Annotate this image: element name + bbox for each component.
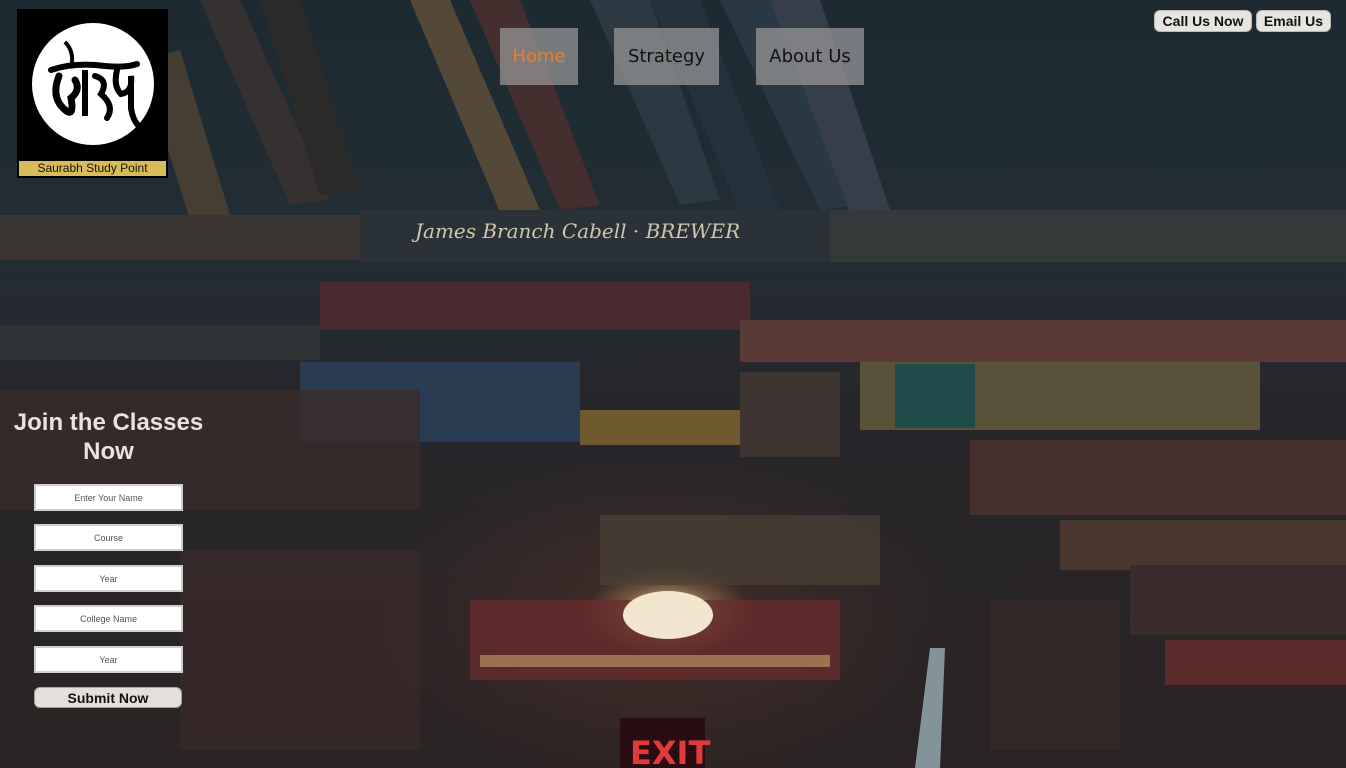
nav-item-home[interactable]: Home xyxy=(500,28,578,85)
site-logo[interactable]: Saurabh Study Point xyxy=(17,9,168,178)
nav-item-strategy[interactable]: Strategy xyxy=(614,28,719,85)
brand-name: Saurabh Study Point xyxy=(17,159,168,178)
call-us-button[interactable]: Call Us Now xyxy=(1154,10,1252,32)
year-field-2[interactable] xyxy=(34,646,183,673)
book-spine-text: James Branch Cabell · BREWER xyxy=(411,219,740,243)
devanagari-calligraphy-icon xyxy=(47,40,141,131)
nav-item-about-us[interactable]: About Us xyxy=(756,28,864,85)
saurabh-devanagari-logo-icon xyxy=(31,23,154,145)
library-background-image: James Branch Cabell · BREWER EXIT xyxy=(0,0,1346,768)
bookshelf-illustration: James Branch Cabell · BREWER EXIT xyxy=(0,0,1346,768)
college-name-field[interactable] xyxy=(34,605,183,632)
exit-sign-text: EXIT xyxy=(630,734,710,768)
course-field[interactable] xyxy=(34,524,183,551)
logo-background xyxy=(17,9,168,159)
year-field[interactable] xyxy=(34,565,183,592)
email-us-button[interactable]: Email Us xyxy=(1256,10,1331,32)
join-form-title: Join the Classes Now xyxy=(13,409,204,465)
name-field[interactable] xyxy=(34,484,183,511)
submit-button[interactable]: Submit Now xyxy=(34,687,182,708)
